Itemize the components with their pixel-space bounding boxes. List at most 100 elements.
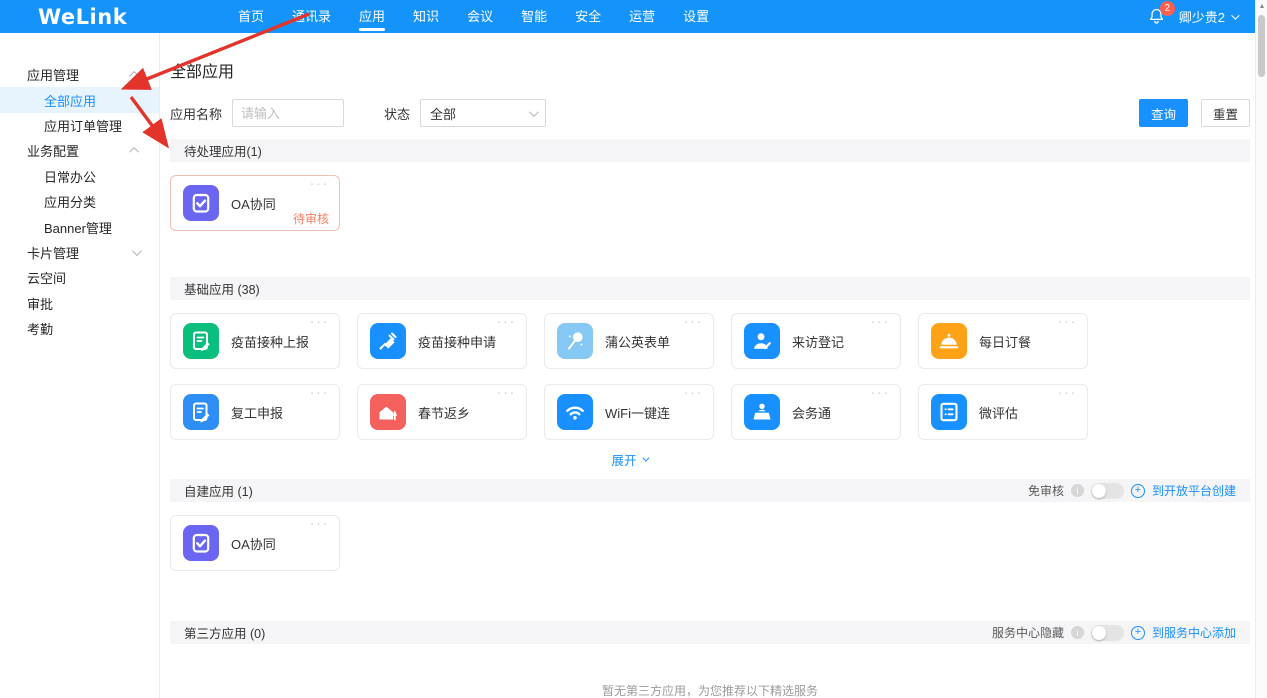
top-nav-item[interactable]: 通讯录 — [278, 0, 345, 33]
chevron-up-icon — [129, 71, 140, 82]
app-card[interactable]: 来访登记 — [731, 313, 901, 369]
main-content: 全部应用 应用名称 状态 全部 查询 重置 待处理应用(1) — [160, 33, 1267, 698]
pending-section-title: 待处理应用(1) — [184, 145, 262, 159]
more-options-icon[interactable] — [310, 177, 330, 191]
sidebar-item[interactable]: 全部应用 — [0, 87, 159, 113]
app-card[interactable]: 疫苗接种申请 — [357, 313, 527, 369]
free-audit-label: 免审核 — [1027, 484, 1064, 498]
status-select[interactable]: 全部 — [420, 99, 547, 127]
user-name: 卿少贵2 — [1178, 10, 1225, 25]
notification-badge: 2 — [1159, 0, 1175, 16]
top-nav-item[interactable]: 应用 — [345, 0, 399, 33]
dandelion-icon — [557, 323, 593, 359]
evaluation-icon — [931, 394, 967, 430]
chevron-down-icon — [528, 106, 539, 117]
more-options-icon[interactable] — [1058, 315, 1078, 329]
sidebar-item[interactable]: 卡片管理 — [0, 240, 159, 265]
more-options-icon[interactable] — [310, 315, 330, 329]
basic-app-list: 疫苗接种上报 疫苗接种申请 蒲公英表单 来访登记 每日订餐 — [170, 313, 1250, 440]
app-card[interactable]: 复工申报 — [170, 384, 340, 440]
chevron-up-icon — [129, 147, 140, 158]
filter-bar: 应用名称 状态 全部 查询 重置 — [170, 99, 1250, 127]
sidebar-item[interactable]: 业务配置 — [0, 138, 159, 163]
service-center-add-link[interactable]: 到服务中心添加 — [1152, 624, 1236, 641]
chevron-down-icon — [641, 454, 649, 462]
more-options-icon[interactable] — [684, 386, 704, 400]
more-options-icon[interactable] — [871, 315, 891, 329]
welink-admin-page: WeLink 首页 通讯录 应用 知识 会议 智能 安全 运营 设置 2 卿少贵… — [0, 0, 1267, 698]
third-section-header: 第三方应用 (0) 服务中心隐藏 i + 到服务中心添加 — [170, 621, 1250, 644]
syringe-icon — [370, 323, 406, 359]
home-return-icon — [370, 394, 406, 430]
app-name-input[interactable] — [232, 99, 345, 127]
app-card[interactable]: OA协同 待审核 — [170, 175, 340, 231]
sidebar-item[interactable]: 应用订单管理 — [0, 113, 159, 138]
more-options-icon[interactable] — [684, 315, 704, 329]
notification-bell-icon[interactable]: 2 — [1147, 0, 1175, 27]
basic-section-header: 基础应用 (38) — [170, 277, 1250, 300]
app-card[interactable]: 疫苗接种上报 — [170, 313, 340, 369]
app-card[interactable]: 每日订餐 — [918, 313, 1088, 369]
top-nav-item[interactable]: 首页 — [224, 0, 278, 33]
more-options-icon[interactable] — [310, 386, 330, 400]
app-name-label: 应用名称 — [170, 106, 223, 122]
app-card[interactable]: OA协同 — [170, 515, 340, 571]
expand-link[interactable]: 展开 — [170, 450, 1088, 469]
status-select-value: 全部 — [430, 106, 457, 122]
top-nav-item[interactable]: 智能 — [507, 0, 561, 33]
sidebar-item[interactable]: 应用分类 — [0, 189, 159, 214]
meal-icon — [931, 323, 967, 359]
open-platform-create-link[interactable]: 到开放平台创建 — [1152, 482, 1236, 499]
search-button[interactable]: 查询 — [1138, 99, 1188, 127]
app-card[interactable]: 微评估 — [918, 384, 1088, 440]
top-bar: WeLink 首页 通讯录 应用 知识 会议 智能 安全 运营 设置 2 卿少贵… — [0, 0, 1255, 33]
chevron-down-icon — [131, 246, 142, 256]
vertical-scrollbar[interactable]: ▲ — [1255, 0, 1267, 698]
more-options-icon[interactable] — [497, 386, 517, 400]
sidebar-item[interactable]: 日常办公 — [0, 164, 159, 189]
selfbuilt-section-title: 自建应用 (1) — [184, 485, 253, 499]
plus-circle-icon: + — [1130, 625, 1145, 640]
selfbuilt-section-header: 自建应用 (1) 免审核 i + 到开放平台创建 — [170, 479, 1250, 502]
user-menu[interactable]: 卿少贵2 — [1178, 7, 1240, 26]
sidebar-item[interactable]: Banner管理 — [0, 214, 159, 239]
status-label: 状态 — [384, 106, 411, 122]
more-options-icon[interactable] — [310, 517, 330, 531]
scrollbar-thumb[interactable] — [1258, 15, 1265, 77]
pending-app-list: OA协同 待审核 — [170, 175, 1250, 231]
top-nav-item[interactable]: 安全 — [561, 0, 615, 33]
sidebar-item[interactable]: 应用管理 — [0, 62, 159, 87]
top-nav-item[interactable]: 设置 — [669, 0, 723, 33]
top-nav: 首页 通讯录 应用 知识 会议 智能 安全 运营 设置 — [224, 0, 723, 33]
page-title: 全部应用 — [170, 64, 235, 81]
app-card[interactable]: WiFi一键连 — [544, 384, 714, 440]
visitor-icon — [744, 323, 780, 359]
status-badge: 待审核 — [292, 212, 329, 226]
app-card[interactable]: 蒲公英表单 — [544, 313, 714, 369]
sidebar-item[interactable]: 云空间 — [0, 265, 159, 290]
welink-logo: WeLink — [38, 4, 128, 29]
more-options-icon[interactable] — [871, 386, 891, 400]
info-icon: i — [1070, 484, 1084, 497]
more-options-icon[interactable] — [1058, 386, 1078, 400]
top-nav-item[interactable]: 运营 — [615, 0, 669, 33]
app-card[interactable]: 春节返乡 — [357, 384, 527, 440]
basic-section-title: 基础应用 (38) — [184, 283, 260, 297]
service-center-hide-label: 服务中心隐藏 — [991, 626, 1064, 640]
top-nav-item[interactable]: 知识 — [399, 0, 453, 33]
chevron-down-icon — [1231, 10, 1240, 20]
top-nav-item[interactable]: 会议 — [453, 0, 507, 33]
clipboard-check-icon — [183, 525, 219, 561]
free-audit-toggle[interactable] — [1090, 482, 1124, 499]
conference-icon — [744, 394, 780, 430]
app-card[interactable]: 会务通 — [731, 384, 901, 440]
third-empty-text: 暂无第三方应用，为您推荐以下精选服务 — [601, 684, 818, 698]
clipboard-check-icon — [183, 185, 219, 221]
service-center-hide-toggle[interactable] — [1090, 624, 1124, 641]
sidebar-item[interactable]: 考勤 — [0, 316, 159, 341]
reset-button[interactable]: 重置 — [1200, 99, 1250, 127]
topbar-right: 2 卿少贵2 — [1147, 0, 1240, 27]
scrollbar-up-arrow[interactable]: ▲ — [1256, 3, 1267, 10]
sidebar-item[interactable]: 审批 — [0, 291, 159, 316]
more-options-icon[interactable] — [497, 315, 517, 329]
